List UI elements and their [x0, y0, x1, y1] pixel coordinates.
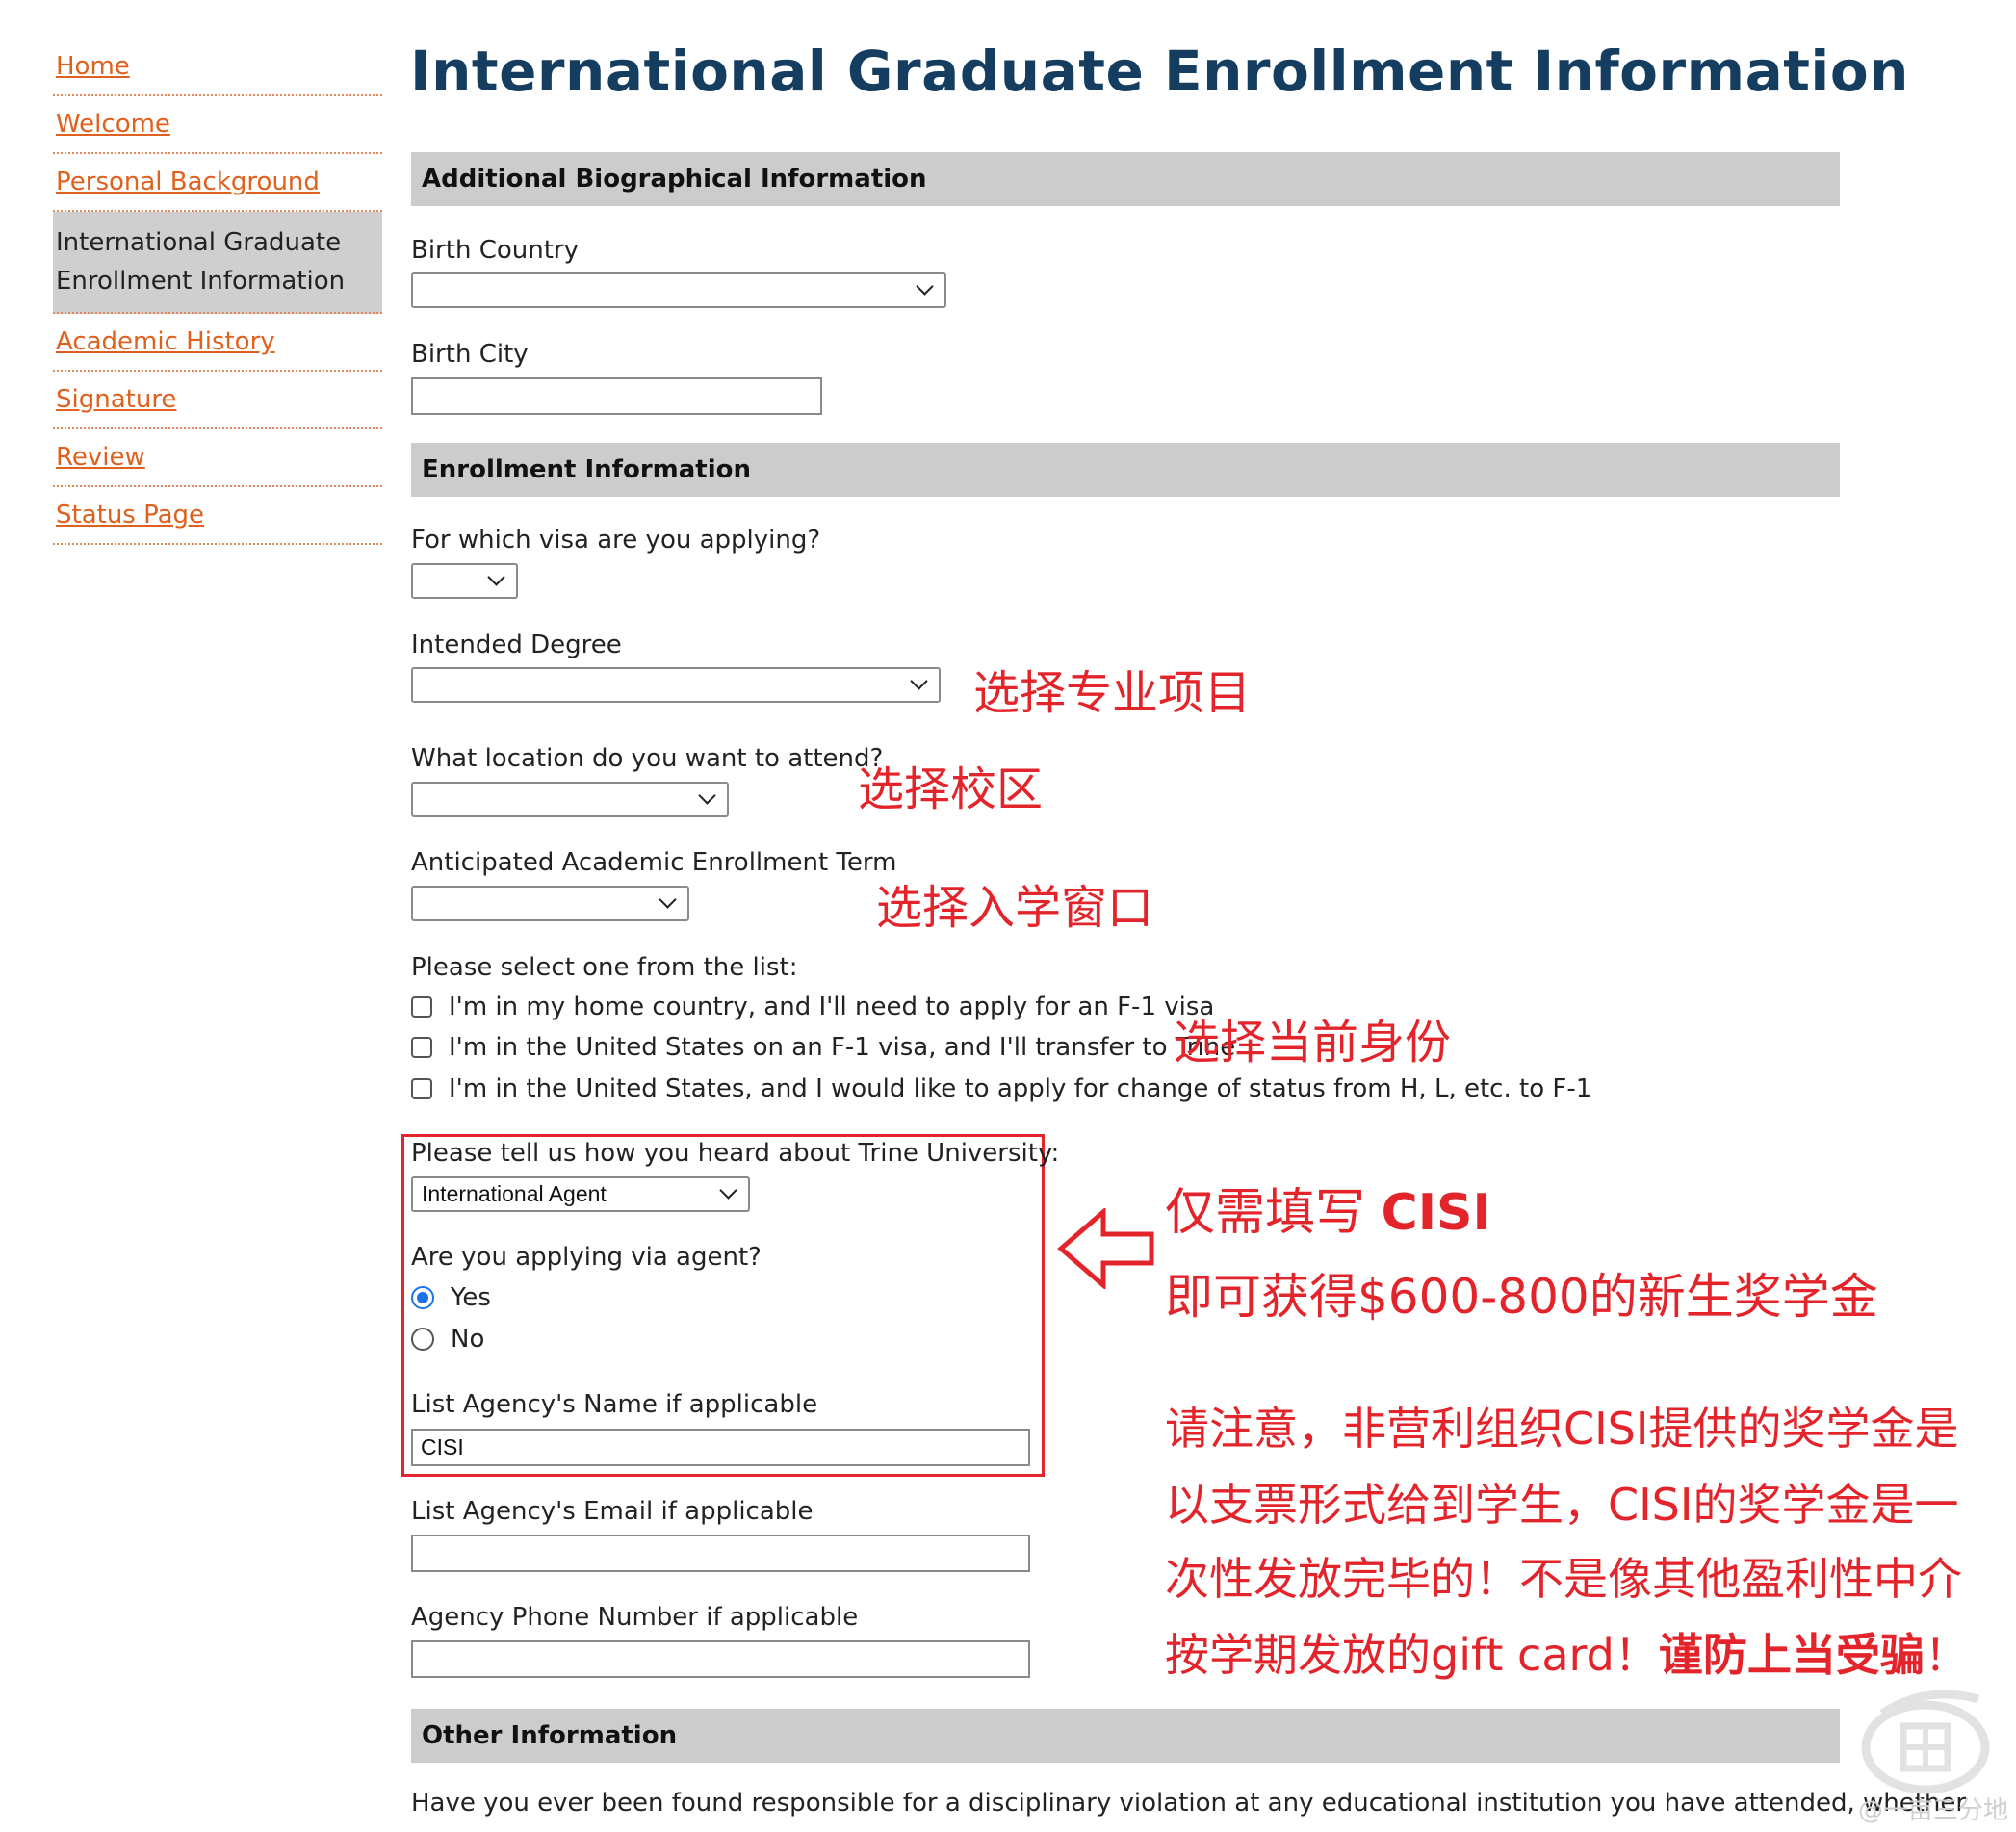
- page-title: International Graduate Enrollment Inform…: [410, 39, 1909, 104]
- nav-item-current-page: International Graduate Enrollment Inform…: [53, 212, 382, 314]
- chevron-down-icon: [698, 787, 716, 805]
- annotation-note-line1: 请注意，非营利组织CISI提供的奖学金是: [1165, 1403, 1959, 1455]
- annotation-cisi-instruction: 仅需填写 CISI: [1165, 1172, 1491, 1244]
- agency-name-input[interactable]: CISI: [411, 1429, 1030, 1466]
- watermark-text: @一亩三分地: [1857, 1796, 2008, 1825]
- nav-item-signature[interactable]: Signature: [53, 372, 382, 429]
- chevron-down-icon: [487, 568, 505, 586]
- disciplinary-question: Have you ever been found responsible for…: [411, 1789, 1967, 1818]
- agency-email-label: List Agency's Email if applicable: [411, 1497, 814, 1526]
- status-list-label: Please select one from the list:: [411, 953, 798, 982]
- nav-link-home[interactable]: Home: [56, 52, 130, 81]
- checkbox[interactable]: [411, 1037, 432, 1058]
- visa-label: For which visa are you applying?: [411, 526, 821, 555]
- nav-current-label-line1: International Graduate: [56, 228, 342, 257]
- chevron-down-icon: [916, 277, 934, 296]
- annotation-degree: 选择专业项目: [973, 666, 1252, 720]
- nav-link-academic-history[interactable]: Academic History: [56, 327, 275, 356]
- nav-link-personal-background[interactable]: Personal Background: [56, 168, 320, 196]
- annotation-note-line4-text: 按学期发放的gift card！: [1165, 1629, 1659, 1681]
- annotation-status: 选择当前身份: [1174, 1016, 1452, 1070]
- agency-phone-label: Agency Phone Number if applicable: [411, 1603, 859, 1632]
- location-label: What location do you want to attend?: [411, 744, 884, 773]
- birth-city-input[interactable]: [411, 377, 822, 415]
- annotation-campus: 选择校区: [858, 762, 1044, 816]
- term-label: Anticipated Academic Enrollment Term: [411, 848, 897, 877]
- annotation-cisi-bold: CISI: [1381, 1184, 1491, 1242]
- via-agent-no-option[interactable]: No: [411, 1325, 484, 1354]
- annotation-note-line2: 以支票形式给到学生，CISI的奖学金是一: [1165, 1479, 1959, 1531]
- birth-country-select[interactable]: [411, 272, 946, 308]
- birth-country-label: Birth Country: [411, 236, 579, 265]
- radio-button[interactable]: [411, 1328, 434, 1351]
- degree-select[interactable]: [411, 667, 941, 703]
- section-header-other: Other Information: [411, 1709, 1840, 1763]
- section-header-bio: Additional Biographical Information: [411, 152, 1840, 206]
- agency-email-input[interactable]: [411, 1535, 1030, 1572]
- via-agent-yes-option[interactable]: Yes: [411, 1283, 491, 1312]
- status-option-home-country[interactable]: I'm in my home country, and I'll need to…: [411, 993, 1214, 1021]
- heard-value: International Agent: [422, 1181, 607, 1206]
- nav-item-status-page[interactable]: Status Page: [53, 487, 382, 545]
- status-option-label: I'm in the United States, and I would li…: [449, 1074, 1592, 1103]
- nav-link-signature[interactable]: Signature: [56, 385, 176, 414]
- heard-label: Please tell us how you heard about Trine…: [411, 1139, 1060, 1168]
- via-agent-no-label: No: [451, 1325, 485, 1354]
- annotation-scholarship: 即可获得$600-800的新生奖学金: [1165, 1269, 1878, 1325]
- nav-item-personal-background[interactable]: Personal Background: [53, 154, 382, 212]
- chevron-down-icon: [910, 672, 928, 690]
- annotation-term: 选择入学窗口: [876, 881, 1154, 935]
- chevron-down-icon: [719, 1181, 737, 1200]
- checkbox[interactable]: [411, 996, 432, 1018]
- nav-current-label-line2: Enrollment Information: [56, 267, 346, 296]
- annotation-note-line3: 次性发放完毕的！不是像其他盈利性中介: [1165, 1553, 1962, 1605]
- agency-phone-input[interactable]: [411, 1640, 1030, 1678]
- birth-city-label: Birth City: [411, 340, 529, 369]
- nav-link-review[interactable]: Review: [56, 443, 145, 472]
- nav-link-status-page[interactable]: Status Page: [56, 501, 204, 529]
- status-option-label: I'm in the United States on an F-1 visa,…: [449, 1033, 1236, 1062]
- heard-select[interactable]: International Agent: [411, 1176, 750, 1212]
- nav-item-academic-history[interactable]: Academic History: [53, 314, 382, 372]
- sidebar-nav: Home Welcome Personal Background Interna…: [53, 39, 382, 545]
- nav-item-welcome[interactable]: Welcome: [53, 96, 382, 154]
- nav-item-home[interactable]: Home: [53, 39, 382, 96]
- chevron-down-icon: [659, 890, 677, 909]
- via-agent-yes-label: Yes: [451, 1283, 491, 1312]
- status-option-label: I'm in my home country, and I'll need to…: [449, 993, 1215, 1021]
- radio-button-selected[interactable]: [411, 1286, 434, 1309]
- term-select[interactable]: [411, 886, 689, 921]
- left-arrow-icon: [1057, 1208, 1154, 1289]
- watermark-logo-icon: [1861, 1690, 1990, 1794]
- via-agent-label: Are you applying via agent?: [411, 1243, 762, 1272]
- annotation-cisi-prefix: 仅需填写: [1165, 1184, 1382, 1242]
- nav-link-welcome[interactable]: Welcome: [56, 110, 170, 139]
- section-header-enrollment: Enrollment Information: [411, 443, 1840, 497]
- status-option-change-of-status[interactable]: I'm in the United States, and I would li…: [411, 1074, 1591, 1103]
- nav-item-review[interactable]: Review: [53, 429, 382, 487]
- checkbox[interactable]: [411, 1078, 432, 1099]
- degree-label: Intended Degree: [411, 631, 622, 659]
- visa-select[interactable]: [411, 563, 518, 599]
- agency-name-label: List Agency's Name if applicable: [411, 1390, 818, 1419]
- location-select[interactable]: [411, 782, 729, 817]
- status-option-f1-transfer[interactable]: I'm in the United States on an F-1 visa,…: [411, 1033, 1235, 1062]
